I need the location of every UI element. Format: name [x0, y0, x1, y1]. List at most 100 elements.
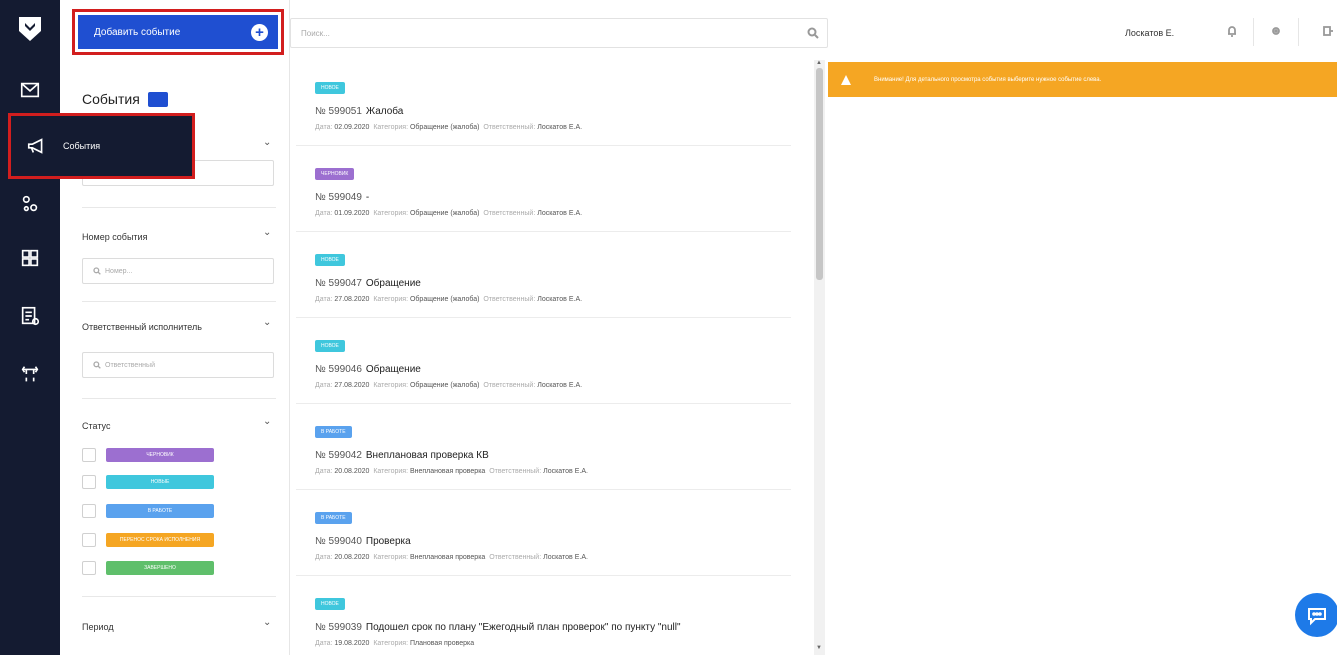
nav-settings[interactable]	[0, 178, 60, 230]
event-category: Внеплановая проверка	[409, 554, 486, 561]
event-title: № 599042 Внеплановая проверка КВ	[315, 450, 489, 461]
event-responsible: Лоскатов Е.А.	[537, 124, 583, 131]
app-logo[interactable]	[0, 4, 60, 54]
event-name: Жалоба	[365, 106, 404, 117]
status-row[interactable]: ЧЕРНОВИК	[82, 448, 214, 462]
event-meta: Дата: 27.08.2020 Категория: Обращение (ж…	[315, 382, 582, 389]
event-card[interactable]: НОВОЕ № 599039 Подошел срок по плану "Еже…	[296, 576, 791, 655]
event-responsible: Лоскатов Е.А.	[537, 382, 583, 389]
event-date: 20.08.2020	[334, 468, 370, 475]
event-meta: Дата: 01.09.2020 Категория: Обращение (ж…	[315, 210, 582, 217]
chat-bubble-icon	[1308, 608, 1326, 626]
divider	[82, 398, 276, 399]
event-card[interactable]: НОВОЕ № 599051 Жалоба Дата: 02.09.2020 Ка…	[296, 60, 791, 146]
status-checkbox[interactable]	[82, 448, 96, 462]
status-row[interactable]: ПЕРЕНОС СРОКА ИСПОЛНЕНИЯ	[82, 533, 214, 547]
meta-key: Дата:	[315, 296, 333, 303]
app-root: События Добавить событие + События ⌄ Ном…	[0, 0, 1337, 655]
event-meta: Дата: 20.08.2020 Категория: Внеплановая …	[315, 554, 588, 561]
event-title: № 599051 Жалоба	[315, 106, 403, 117]
add-event-button[interactable]: Добавить событие +	[78, 15, 278, 49]
status-badge: ЧЕРНОВИК	[315, 168, 355, 180]
meta-key: Категория:	[373, 382, 409, 389]
status-pill: В РАБОТЕ	[106, 504, 214, 518]
gear-icon[interactable]	[1270, 24, 1286, 40]
filter-panel: Добавить событие + События ⌄ Номер событ…	[60, 0, 290, 655]
event-card[interactable]: НОВОЕ № 599046 Обращение Дата: 27.08.2020…	[296, 318, 791, 404]
status-badge: В РАБОТЕ	[315, 426, 352, 438]
status-checkbox[interactable]	[82, 504, 96, 518]
meta-key: Дата:	[315, 382, 333, 389]
search-icon[interactable]	[807, 27, 819, 41]
events-count-badge	[147, 91, 168, 107]
divider	[82, 301, 276, 302]
chat-button[interactable]	[1295, 593, 1337, 637]
event-title: № 599039 Подошел срок по плану "Ежегодный…	[315, 622, 681, 633]
responsible-label: Ответственный исполнитель	[82, 322, 202, 332]
event-card[interactable]: В РАБОТЕ № 599042 Внеплановая проверка КВ…	[296, 404, 791, 490]
scroll-up-icon[interactable]: ▲	[816, 60, 822, 66]
event-name: Обращение	[365, 364, 421, 375]
bell-icon[interactable]	[1226, 24, 1242, 40]
status-row[interactable]: НОВЫЕ	[82, 475, 214, 489]
events-flyout[interactable]: События	[8, 113, 195, 179]
alert-text: Внимание! Для детального просмотра событ…	[874, 76, 1102, 83]
event-number-label: Номер события	[82, 232, 148, 242]
event-number: № 599039	[315, 622, 362, 633]
scrollbar-thumb[interactable]	[816, 68, 823, 280]
nav-apps[interactable]	[0, 232, 60, 284]
status-badge: НОВОЕ	[315, 598, 345, 610]
warning-icon	[841, 74, 851, 85]
user-name[interactable]: Лоскатов Е.	[1125, 28, 1174, 38]
status-row[interactable]: ЗАВЕРШЕНО	[82, 561, 214, 575]
status-checkbox[interactable]	[82, 475, 96, 489]
event-card[interactable]: НОВОЕ № 599047 Обращение Дата: 27.08.2020…	[296, 232, 791, 318]
info-alert: Внимание! Для детального просмотра событ…	[828, 62, 1337, 97]
meta-key: Ответственный:	[483, 296, 536, 303]
megaphone-icon	[11, 135, 63, 157]
event-category: Обращение (жалоба)	[409, 296, 480, 303]
event-number-input[interactable]: Номер...	[82, 258, 274, 284]
scroll-down-icon[interactable]: ▼	[816, 645, 822, 651]
event-card[interactable]: ЧЕРНОВИК № 599049- Дата: 01.09.2020 Кате…	[296, 146, 791, 232]
event-date: 27.08.2020	[334, 296, 370, 303]
event-responsible: Лоскатов Е.А.	[543, 468, 588, 475]
event-meta: Дата: 27.08.2020 Категория: Обращение (ж…	[315, 296, 582, 303]
event-category: Обращение (жалоба)	[409, 382, 480, 389]
status-badge: НОВОЕ	[315, 254, 345, 266]
divider	[82, 207, 276, 208]
nav-reports[interactable]	[0, 290, 60, 342]
settings-gears-icon	[22, 195, 38, 212]
search-input[interactable]: Поиск...	[290, 18, 828, 48]
event-date: 01.09.2020	[334, 210, 370, 217]
meta-key: Ответственный:	[489, 554, 542, 561]
status-row[interactable]: В РАБОТЕ	[82, 504, 214, 518]
chevron-down-icon[interactable]: ⌄	[263, 137, 271, 148]
status-badge: НОВОЕ	[315, 82, 345, 94]
event-category: Плановая проверка	[409, 640, 475, 647]
nav-messages[interactable]	[0, 64, 60, 116]
meta-key: Категория:	[373, 554, 409, 561]
chevron-down-icon[interactable]: ⌄	[263, 416, 271, 427]
status-pill: ПЕРЕНОС СРОКА ИСПОЛНЕНИЯ	[106, 533, 214, 547]
meta-key: Ответственный:	[483, 382, 536, 389]
status-checkbox[interactable]	[82, 561, 96, 575]
event-name: Внеплановая проверка КВ	[365, 450, 489, 461]
status-checkbox[interactable]	[82, 533, 96, 547]
chevron-down-icon[interactable]: ⌄	[263, 617, 271, 628]
status-pill: ЗАВЕРШЕНО	[106, 561, 214, 575]
event-number: № 599051	[315, 106, 362, 117]
chevron-down-icon[interactable]: ⌄	[263, 227, 271, 238]
event-responsible: Лоскатов Е.А.	[537, 210, 583, 217]
search-icon	[93, 267, 101, 275]
chevron-down-icon[interactable]: ⌄	[263, 317, 271, 328]
exit-icon[interactable]	[1322, 24, 1337, 40]
event-card[interactable]: В РАБОТЕ № 599040 Проверка Дата: 20.08.20…	[296, 490, 791, 576]
event-date: 20.08.2020	[334, 554, 370, 561]
event-responsible: Лоскатов Е.А.	[543, 554, 588, 561]
responsible-input[interactable]: Ответственный	[82, 352, 274, 378]
event-title: № 599046 Обращение	[315, 364, 421, 375]
list-scrollbar[interactable]: ▲ ▼	[814, 60, 825, 655]
nav-structure[interactable]	[0, 348, 60, 400]
divider	[1253, 18, 1254, 46]
